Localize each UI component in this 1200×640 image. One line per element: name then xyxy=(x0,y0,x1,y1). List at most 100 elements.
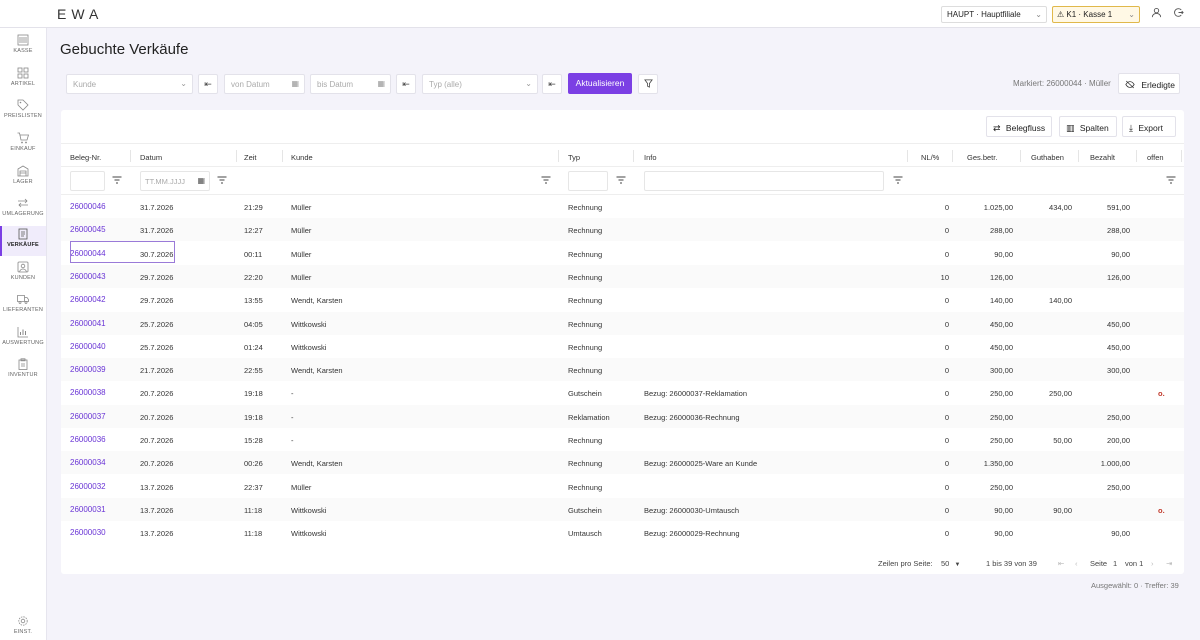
page-number[interactable]: 1 xyxy=(1113,559,1117,568)
table-row[interactable]: 26000043 29.7.2026 22:20 Müller Rechnung 10 12… xyxy=(61,264,1184,288)
column-separator[interactable] xyxy=(1136,150,1137,162)
table-row[interactable]: 26000045 31.7.2026 12:27 Müller Rechnung 0 288… xyxy=(61,218,1184,242)
spalten-button[interactable]: ▥ Spalten xyxy=(1059,116,1117,137)
sidebar-item-kasse[interactable]: KASSE xyxy=(0,32,46,62)
clear-datum-button[interactable]: ⇤ xyxy=(396,74,416,94)
column-header-ges[interactable]: Ges.betr. xyxy=(967,153,997,162)
table-row[interactable]: 26000040 25.7.2026 01:24 Wittkowski Rechnung… xyxy=(61,335,1184,358)
sidebar-item-einkauf[interactable]: EINKAUF xyxy=(0,130,46,160)
cell-datum: 29.7.2026 xyxy=(140,272,174,282)
sidebar-item-kunden[interactable]: KUNDEN xyxy=(0,259,46,289)
column-separator[interactable] xyxy=(1020,150,1021,162)
rows-per-page-select[interactable]: 50 ▼ xyxy=(941,559,960,568)
app-logo[interactable]: EWA xyxy=(57,6,103,22)
sidebar-item-lager[interactable]: LAGER xyxy=(0,163,46,193)
clear-kunde-button[interactable]: ⇤ xyxy=(198,74,218,94)
column-header-guthaben[interactable]: Guthaben xyxy=(1031,153,1064,162)
beleg-link[interactable]: 26000030 xyxy=(70,528,106,537)
info-filter-input[interactable] xyxy=(644,171,884,191)
clear-typ-button[interactable]: ⇤ xyxy=(542,74,562,94)
typ-filter-select[interactable]: Typ (alle) ⌄ xyxy=(422,74,538,94)
column-header-nl[interactable]: NL/% xyxy=(921,153,939,162)
table-row[interactable]: 26000036 20.7.2026 15:28 - Rechnung 0 250,00 50… xyxy=(61,428,1184,451)
table-row[interactable]: 26000041 25.7.2026 04:05 Wittkowski Rechnung… xyxy=(61,311,1184,335)
sidebar-item-artikel[interactable]: ARTIKEL xyxy=(0,65,46,95)
sidebar-item-verkaeufe[interactable]: VERKÄUFE xyxy=(0,226,46,256)
table-row[interactable]: 26000034 20.7.2026 00:26 Wendt, Karsten Rech… xyxy=(61,451,1184,475)
user-icon[interactable] xyxy=(1149,7,1163,21)
beleg-link[interactable]: 26000034 xyxy=(70,458,106,467)
aktualisieren-button[interactable]: Aktualisieren xyxy=(568,73,632,94)
beleg-link[interactable]: 26000045 xyxy=(70,225,106,234)
branch-select[interactable]: HAUPT · Hauptfiliale ⌄ xyxy=(941,6,1047,23)
filter-icon[interactable] xyxy=(217,176,227,184)
column-separator[interactable] xyxy=(282,150,283,162)
beleg-link[interactable]: 26000038 xyxy=(70,388,106,397)
cell-zeit: 22:20 xyxy=(244,272,263,282)
filter-icon[interactable] xyxy=(1166,176,1176,184)
beleg-filter-input[interactable] xyxy=(70,171,105,191)
column-separator[interactable] xyxy=(1078,150,1079,162)
beleg-link[interactable]: 26000043 xyxy=(70,272,106,281)
column-separator[interactable] xyxy=(633,150,634,162)
filter-reset-button[interactable] xyxy=(638,74,658,94)
column-header-bezahlt[interactable]: Bezahlt xyxy=(1090,153,1115,162)
column-header-info[interactable]: Info xyxy=(644,153,657,162)
beleg-link[interactable]: 26000036 xyxy=(70,435,106,444)
filter-icon[interactable] xyxy=(893,176,903,184)
table-row[interactable]: 26000037 20.7.2026 19:18 - Reklamation Bezug:… xyxy=(61,404,1184,428)
table-row[interactable]: 26000031 13.7.2026 11:18 Wittkowski Gutschei… xyxy=(61,497,1184,521)
datum-filter-input[interactable]: TT.MM.JJJJ ▦ xyxy=(140,171,210,191)
column-separator[interactable] xyxy=(952,150,953,162)
table-row[interactable]: 26000038 20.7.2026 19:18 - Gutschein Bezug: 2… xyxy=(61,381,1184,404)
prev-page-icon[interactable]: ‹ xyxy=(1075,559,1078,568)
filter-icon[interactable] xyxy=(616,176,626,184)
table-row[interactable]: 26000039 21.7.2026 22:55 Wendt, Karsten Rech… xyxy=(61,358,1184,382)
beleg-link[interactable]: 26000031 xyxy=(70,505,106,514)
column-separator[interactable] xyxy=(130,150,131,162)
beleg-link[interactable]: 26000039 xyxy=(70,365,106,374)
filter-icon[interactable] xyxy=(541,176,551,184)
clear-filter-icon: ⇤ xyxy=(204,79,212,89)
table-row[interactable]: 26000044 30.7.2026 00:11 Müller Rechnung 0 90,… xyxy=(61,242,1184,265)
beleg-link[interactable]: 26000042 xyxy=(70,295,106,304)
von-datum-input[interactable]: von Datum ▦ xyxy=(224,74,305,94)
sidebar-item-settings[interactable]: EINST. xyxy=(0,613,46,640)
column-header-kunde[interactable]: Kunde xyxy=(291,153,313,162)
erledigte-button[interactable]: Erledigte xyxy=(1118,73,1180,94)
kasse-select[interactable]: ⚠ K1 · Kasse 1 ⌄ xyxy=(1052,6,1140,23)
first-page-icon[interactable]: ⇤ xyxy=(1058,559,1064,568)
logout-icon[interactable] xyxy=(1171,7,1185,21)
beleg-link[interactable]: 26000032 xyxy=(70,482,106,491)
beleg-link[interactable]: 26000040 xyxy=(70,342,106,351)
column-header-zeit[interactable]: Zeit xyxy=(244,153,257,162)
sidebar-item-inventur[interactable]: INVENTUR xyxy=(0,356,46,386)
typ-column-filter-input[interactable] xyxy=(568,171,608,191)
beleg-link[interactable]: 26000037 xyxy=(70,412,106,421)
column-separator[interactable] xyxy=(907,150,908,162)
next-page-icon[interactable]: › xyxy=(1151,559,1154,568)
table-row[interactable]: 26000042 29.7.2026 13:55 Wendt, Karsten Rech… xyxy=(61,288,1184,311)
last-page-icon[interactable]: ⇥ xyxy=(1166,559,1172,568)
belegfluss-button[interactable]: ⇄ Belegfluss xyxy=(986,116,1052,137)
filter-icon[interactable] xyxy=(112,176,122,184)
table-row[interactable]: 26000030 13.7.2026 11:18 Wittkowski Umtausch… xyxy=(61,521,1184,544)
sidebar-item-lieferanten[interactable]: LIEFERANTEN xyxy=(0,291,46,321)
column-header-offen[interactable]: offen xyxy=(1147,153,1164,162)
column-separator[interactable] xyxy=(1181,150,1182,162)
kunde-filter-select[interactable]: Kunde ⌄ xyxy=(66,74,193,94)
sidebar-item-auswertung[interactable]: AUSWERTUNG xyxy=(0,324,46,354)
export-button[interactable]: ⤓ Export xyxy=(1122,116,1176,137)
column-header-typ[interactable]: Typ xyxy=(568,153,580,162)
column-header-datum[interactable]: Datum xyxy=(140,153,162,162)
beleg-link[interactable]: 26000041 xyxy=(70,319,106,328)
sidebar-item-umlagerung[interactable]: UMLAGERUNG xyxy=(0,195,46,225)
bis-datum-input[interactable]: bis Datum ▦ xyxy=(310,74,391,94)
column-header-beleg[interactable]: Beleg-Nr. xyxy=(70,153,101,162)
column-separator[interactable] xyxy=(236,150,237,162)
sidebar-item-preislisten[interactable]: PREISLISTEN xyxy=(0,97,46,127)
column-separator[interactable] xyxy=(558,150,559,162)
table-row[interactable]: 26000046 31.7.2026 21:29 Müller Rechnung 0 1.0… xyxy=(61,195,1184,218)
beleg-link[interactable]: 26000046 xyxy=(70,202,106,211)
table-row[interactable]: 26000032 13.7.2026 22:37 Müller Rechnung 0 250… xyxy=(61,475,1184,498)
